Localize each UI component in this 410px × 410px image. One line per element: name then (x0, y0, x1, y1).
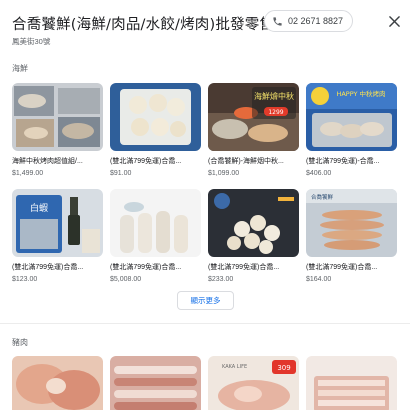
promo-price-text: 309 (277, 364, 290, 372)
package-label: 白蝦 (30, 202, 48, 214)
promo-banner-text: HAPPY 中秋烤肉 (336, 89, 385, 98)
product-image[interactable] (12, 83, 103, 151)
close-icon (388, 15, 400, 27)
product-card[interactable]: (雙北滿799免運)合喬... $233.00 (208, 189, 299, 283)
product-image[interactable]: 合喬饕鮮 (306, 189, 397, 257)
product-card[interactable] (12, 356, 103, 410)
product-card[interactable] (110, 356, 201, 410)
product-price: $406.00 (306, 170, 332, 177)
product-image[interactable]: HAPPY 中秋烤肉 (306, 83, 397, 151)
product-name: (雙北滿799免運)合喬... (110, 264, 182, 271)
store-title: 合喬饕鮮(海鮮/肉品/水餃/烤肉)批發零售 (12, 17, 275, 33)
section-divider (0, 323, 410, 324)
phone-number: 02 2671 8827 (288, 16, 344, 26)
product-image[interactable] (110, 356, 201, 410)
product-name: (合喬饕鮮)-海鮮烟中秋... (208, 158, 284, 165)
product-card[interactable]: (雙北滿799免運)合喬... $5,008.00 (110, 189, 201, 283)
product-price: $1,099.00 (208, 170, 240, 177)
product-image[interactable] (12, 356, 103, 410)
brand-label: 合喬饕鮮 (311, 193, 334, 201)
product-image[interactable]: 海鮮燴中秋 1299 (208, 83, 299, 151)
product-card[interactable]: HAPPY 中秋烤肉 (雙北滿799免運)-合喬... $406.00 (306, 83, 397, 177)
product-price: $91.00 (110, 170, 132, 177)
product-card[interactable] (306, 356, 397, 410)
product-price: $233.00 (208, 276, 234, 283)
place-header: 合喬饕鮮(海鮮/肉品/水餃/烤肉)批發零售 02 2671 8827 鳳美街30… (12, 10, 402, 50)
close-button[interactable] (386, 13, 402, 29)
product-image[interactable]: KAKA LIFE 309 (208, 356, 299, 410)
product-name: (雙北滿799免運)合喬... (306, 264, 378, 271)
product-card[interactable]: (雙北滿799免運)合喬... $91.00 (110, 83, 201, 177)
product-image[interactable] (306, 356, 397, 410)
product-name: (雙北滿799免運)合喬... (208, 264, 280, 271)
phone-icon (272, 16, 283, 27)
product-image[interactable] (110, 189, 201, 257)
pork-product-grid: KAKA LIFE 309 (12, 356, 398, 410)
product-name: (雙北滿799免運)合喬... (12, 264, 84, 271)
product-card[interactable]: KAKA LIFE 309 (208, 356, 299, 410)
product-price: $164.00 (306, 276, 332, 283)
product-name: 海鮮中秋烤肉超值組/... (12, 158, 83, 165)
product-name: (雙北滿799免運)-合喬... (306, 158, 380, 165)
product-price: $123.00 (12, 276, 38, 283)
promo-price-text: 1299 (268, 109, 283, 116)
promo-text: 海鮮燴中秋 (254, 91, 294, 101)
product-image[interactable] (208, 189, 299, 257)
section-title-seafood: 海鮮 (12, 64, 28, 73)
product-card[interactable]: 海鮮燴中秋 1299 (合喬饕鮮)-海鮮烟中秋... $1,099.00 (208, 83, 299, 177)
product-price: $5,008.00 (110, 276, 142, 283)
call-button[interactable]: 02 2671 8827 (264, 10, 354, 32)
product-card[interactable]: 合喬饕鮮 (雙北滿799免運)合喬... $164.00 (306, 189, 397, 283)
store-address: 鳳美街30號 (12, 37, 51, 46)
product-image[interactable]: 白蝦 (12, 189, 103, 257)
show-more-button[interactable]: 顯示更多 (177, 291, 234, 310)
section-title-pork: 豬肉 (12, 338, 28, 347)
brand-label: KAKA LIFE (222, 364, 247, 370)
product-card[interactable]: 白蝦 (雙北滿799免運)合喬... $123.00 (12, 189, 103, 283)
product-image[interactable] (110, 83, 201, 151)
product-price: $1,499.00 (12, 170, 44, 177)
seafood-product-grid: 海鮮中秋烤肉超值組/... $1,499.00 (雙北滿799免運)合喬... … (12, 83, 398, 283)
product-card[interactable]: 海鮮中秋烤肉超值組/... $1,499.00 (12, 83, 103, 177)
product-name: (雙北滿799免運)合喬... (110, 158, 182, 165)
